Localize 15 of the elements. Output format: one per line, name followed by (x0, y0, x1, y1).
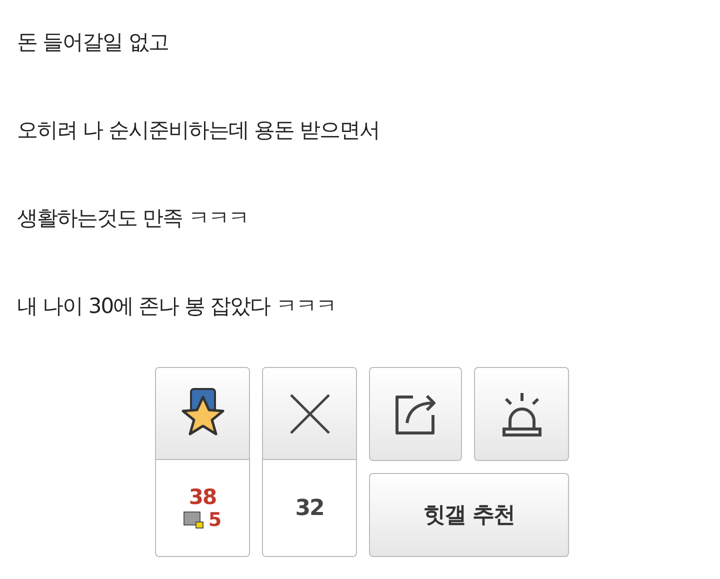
report-button[interactable] (474, 367, 569, 461)
fixed-upvote-count: 5 (208, 509, 222, 531)
downvote-button[interactable] (263, 368, 356, 460)
post-text: 내 나이 30에 존나 봉 잡았다 ㅋㅋㅋ (17, 294, 337, 319)
siren-icon (500, 391, 544, 437)
share-button[interactable] (369, 367, 462, 461)
close-icon (288, 392, 330, 434)
upvote-button[interactable] (156, 368, 249, 460)
post-text: 돈 들어갈일 없고 (17, 30, 170, 55)
upvote-count: 38 (188, 485, 216, 509)
fixed-user-icon (183, 511, 206, 529)
recommend-button[interactable]: 힛갤 추천 (369, 473, 569, 557)
post-text: 오히려 나 순시준비하는데 용돈 받으면서 (17, 118, 381, 143)
downvote-count: 32 (295, 496, 324, 520)
post-text: 생활하는것도 만족 ㅋㅋㅋ (17, 206, 250, 231)
